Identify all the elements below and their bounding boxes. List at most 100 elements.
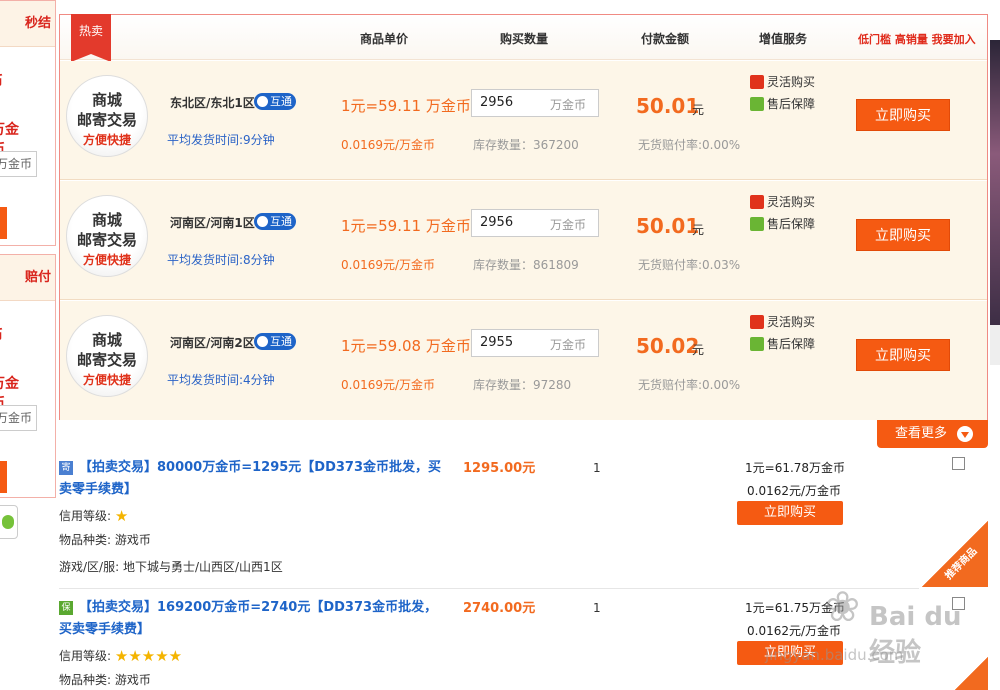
cart-icon (750, 195, 764, 209)
no-stock-rate: 无货赔付率:0.03% (638, 258, 741, 272)
recommend-text: 推荐商品 (943, 545, 980, 582)
listing-checkbox[interactable] (952, 457, 965, 470)
listing-quantity: 1 (593, 461, 601, 475)
badge-line: 邮寄交易 (76, 111, 137, 129)
col-unit-price: 商品单价 (360, 32, 409, 46)
service-aftersale[interactable]: 售后保障 (750, 335, 815, 352)
interop-tag: 互通 (254, 93, 296, 110)
interop-icon (257, 96, 268, 107)
star-icon: ★★★★★ (114, 647, 183, 665)
listing-item: 寄【拍卖交易】80000万金币=1295元【DD373金币批发，买卖零手续费】 … (59, 457, 988, 587)
buy-now-button[interactable]: 立即购买 (856, 219, 950, 251)
sidebar-amount-input[interactable]: 万金币 (0, 151, 37, 177)
cart-icon (750, 75, 764, 89)
currency-label: 元 (692, 103, 705, 117)
hot-row: 商城 邮寄交易 方便快捷 河南区/河南2区 互通 平均发货时间:4分钟 1元=5… (60, 301, 987, 420)
join-link[interactable]: 低门槛 高销量 我要加入 (858, 31, 976, 47)
view-more-button[interactable]: 查看更多 (877, 420, 988, 448)
service-label: 灵活购买 (767, 195, 816, 209)
avg-delivery-time: 平均发货时间:9分钟 (167, 133, 275, 147)
buy-now-button[interactable]: 立即购买 (856, 99, 950, 131)
item-type: 物品种类: 游戏币 (59, 671, 151, 688)
view-more-label: 查看更多 (895, 426, 948, 441)
credit-label: 信用等级: (59, 509, 112, 523)
badge-line: 邮寄交易 (76, 231, 137, 249)
unit-price: 0.0169元/万金币 (341, 138, 436, 152)
buy-now-button[interactable]: 立即购买 (856, 339, 950, 371)
currency-label: 元 (692, 223, 705, 237)
interop-text: 互通 (270, 95, 292, 108)
unit-price: 0.0169元/万金币 (341, 378, 436, 392)
sidebar-buy-button[interactable] (0, 207, 7, 239)
interop-tag: 互通 (254, 213, 296, 230)
interop-text: 互通 (270, 215, 292, 228)
no-stock-rate: 无货赔付率:0.00% (638, 138, 741, 152)
listing-price: 1295.00元 (463, 461, 536, 476)
listing-price: 2740.00元 (463, 601, 536, 616)
listing-buy-button[interactable]: 立即购买 (737, 501, 843, 525)
listing-title[interactable]: 保【拍卖交易】169200万金币=2740元【DD373金币批发，买卖零手续费】 (59, 597, 449, 641)
sidebar-buy-button[interactable] (0, 461, 7, 493)
sidebar-text: 币 (0, 71, 3, 91)
star-icon: ★ (114, 507, 129, 525)
type-label: 物品种类: (59, 533, 112, 547)
interop-tag: 互通 (254, 333, 296, 350)
right-banner-image (990, 40, 1000, 325)
col-services: 增值服务 (759, 32, 808, 46)
exchange-rate: 1元=59.11 万金币 (341, 217, 471, 235)
watermark-url: jingyan.baidu.com (765, 646, 904, 664)
green-dot-icon (2, 515, 14, 529)
listing-unit-price: 0.0162元/万金币 (747, 484, 842, 498)
col-payment: 付款金额 (641, 32, 690, 46)
badge-line: 商城 (91, 211, 122, 229)
hot-row: 商城 邮寄交易 方便快捷 河南区/河南1区 互通 平均发货时间:8分钟 1元=5… (60, 181, 987, 300)
sidebar-box-settle: 秒结 币 万金币 万金币 (0, 0, 56, 246)
mall-mail-badge: 商城 邮寄交易 方便快捷 (66, 75, 148, 157)
unit-price: 0.0169元/万金币 (341, 258, 436, 272)
baidu-watermark: ❀ Bai du 经验 jingyan.baidu.com (765, 582, 995, 668)
sidebar-toggle-button[interactable] (0, 505, 18, 539)
hot-flag: 热卖 (71, 14, 111, 62)
hot-panel-header: 热卖 商品单价 购买数量 付款金额 增值服务 低门槛 高销量 我要加入 (60, 14, 987, 62)
quantity-input[interactable]: 2956 万金币 (471, 209, 599, 237)
sidebar-amount-input[interactable]: 万金币 (0, 405, 37, 431)
payment-amount: 50.01 (636, 214, 700, 238)
sidebar-box-title: 赔付 (0, 255, 55, 301)
shield-icon (750, 217, 764, 231)
service-aftersale[interactable]: 售后保障 (750, 95, 815, 112)
listing-title-text[interactable]: 【拍卖交易】80000万金币=1295元【DD373金币批发，买卖零手续费】 (59, 460, 441, 497)
exchange-rate: 1元=59.08 万金币 (341, 337, 471, 355)
service-label: 灵活购买 (767, 75, 816, 89)
service-flexible[interactable]: 灵活购买 (750, 73, 815, 90)
mail-tag-icon: 寄 (59, 461, 73, 475)
stock-count: 库存数量：367200 (473, 138, 579, 152)
col-quantity: 购买数量 (500, 32, 549, 46)
hot-sale-panel: 热卖 商品单价 购买数量 付款金额 增值服务 低门槛 高销量 我要加入 商城 邮… (59, 14, 988, 420)
badge-line: 方便快捷 (82, 253, 131, 267)
hot-row: 商城 邮寄交易 方便快捷 东北区/东北1区 互通 平均发货时间:9分钟 1元=5… (60, 61, 987, 180)
guarantee-tag-icon: 保 (59, 601, 73, 615)
quantity-unit: 万金币 (549, 338, 586, 352)
quantity-input[interactable]: 2955 万金币 (471, 329, 599, 357)
service-flexible[interactable]: 灵活购买 (750, 313, 815, 330)
quantity-input[interactable]: 2956 万金币 (471, 89, 599, 117)
sidebar-box-title: 秒结 (0, 1, 55, 47)
recommend-corner: 推荐商品 (922, 521, 988, 587)
badge-line: 商城 (91, 331, 122, 349)
listing-title-text[interactable]: 【拍卖交易】169200万金币=2740元【DD373金币批发，买卖零手续费】 (59, 600, 437, 637)
badge-line: 商城 (91, 91, 122, 109)
quantity-value: 2956 (480, 95, 514, 110)
service-aftersale[interactable]: 售后保障 (750, 215, 815, 232)
stock-count: 库存数量：861809 (473, 258, 579, 272)
cart-icon (750, 315, 764, 329)
server-label: 游戏/区/服: (59, 560, 120, 574)
page-root: 秒结 币 万金币 万金币 赔付 币 万金币 万金币 热卖 商品单价 购买数量 付… (0, 0, 1000, 690)
listing-title[interactable]: 寄【拍卖交易】80000万金币=1295元【DD373金币批发，买卖零手续费】 (59, 457, 449, 501)
server-value: 地下城与勇士/山西区/山西1区 (122, 560, 283, 574)
interop-icon (257, 216, 268, 227)
type-value: 游戏币 (114, 673, 151, 687)
mall-mail-badge: 商城 邮寄交易 方便快捷 (66, 315, 148, 397)
region-label: 河南区/河南1区 (170, 216, 255, 230)
service-label: 灵活购买 (767, 315, 816, 329)
service-flexible[interactable]: 灵活购买 (750, 193, 815, 210)
